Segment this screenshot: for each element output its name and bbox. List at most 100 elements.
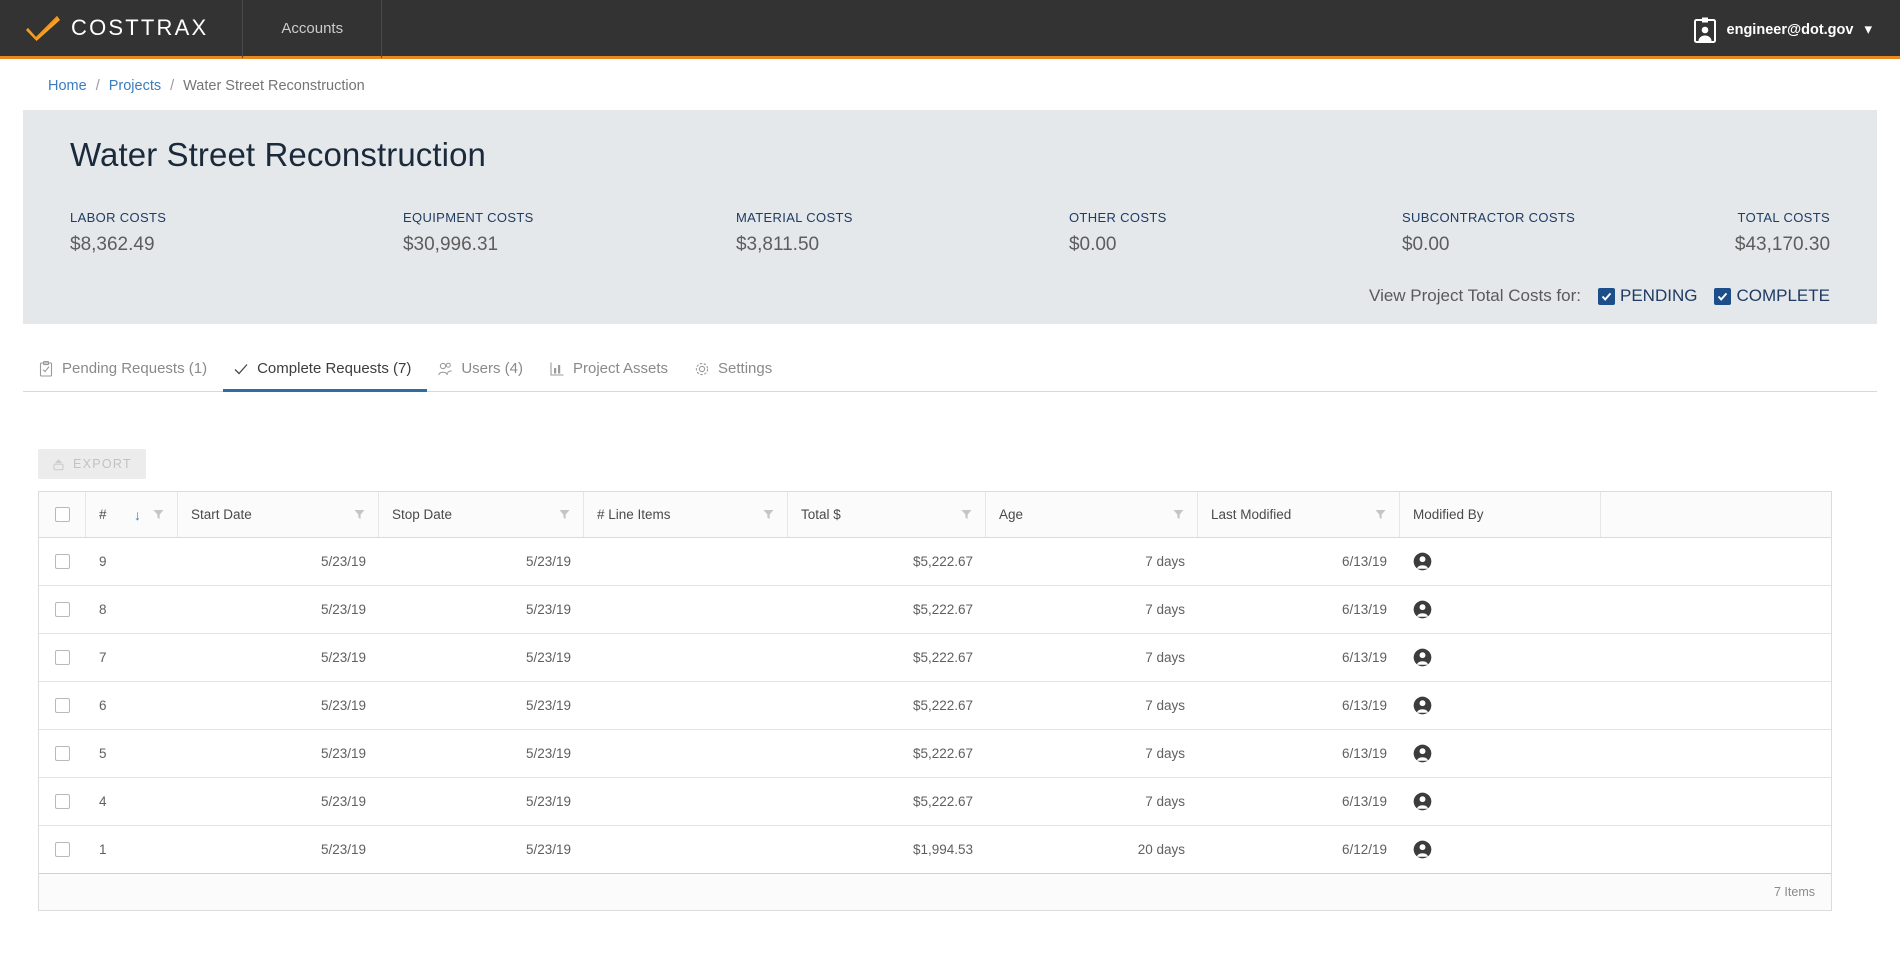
cell-number: 9 (99, 554, 107, 569)
brand-logo[interactable]: COSTTRAX (0, 0, 242, 56)
cell-number: 4 (99, 794, 107, 809)
cell-line-items (584, 778, 788, 825)
cell-age: 7 days (1145, 650, 1185, 665)
breadcrumb-projects[interactable]: Projects (109, 78, 161, 94)
column-header-total[interactable]: Total $ (788, 492, 986, 537)
cost-value: $3,811.50 (735, 234, 820, 255)
column-label: Start Date (191, 507, 252, 522)
table-row[interactable]: 4 5/23/19 5/23/19 $5,222.67 7 days 6/13/… (39, 778, 1831, 826)
pending-checkbox[interactable] (1598, 287, 1615, 305)
complete-checkbox[interactable] (1714, 287, 1732, 305)
cost-cell-subcontractor: SUBCONTRACTOR COSTS $0.00 (1402, 210, 1735, 256)
column-header-modified-by[interactable]: Modified By (1400, 492, 1601, 537)
column-label: Modified By (1413, 507, 1484, 522)
requests-table-section: EXPORT # ↓ Start Date Stop Date # Line I… (38, 449, 1877, 911)
chevron-down-icon[interactable]: ▾ (1864, 22, 1872, 37)
filter-icon[interactable] (559, 509, 570, 520)
tab-users[interactable]: Users (4) (427, 352, 539, 392)
cell-number: 6 (99, 698, 107, 713)
row-checkbox[interactable] (55, 794, 70, 809)
tab-settings[interactable]: Settings (684, 352, 788, 392)
cell-total: $5,222.67 (912, 602, 973, 617)
cell-line-items (584, 682, 788, 729)
tab-label: Pending Requests (1) (62, 360, 208, 377)
row-checkbox[interactable] (55, 842, 70, 857)
table-row[interactable]: 8 5/23/19 5/23/19 $5,222.67 7 days 6/13/… (39, 586, 1831, 634)
brand-name: COSTTRAX (71, 15, 209, 40)
filter-icon[interactable] (354, 509, 365, 520)
cell-total: $1,994.53 (912, 842, 973, 857)
row-select-cell (39, 826, 86, 873)
view-costs-label: View Project Total Costs for: (1369, 286, 1581, 305)
arrow-down-icon[interactable]: ↓ (134, 507, 141, 523)
nav-link-accounts[interactable]: Accounts (243, 0, 381, 58)
cell-age: 7 days (1145, 698, 1185, 713)
row-checkbox[interactable] (55, 602, 70, 617)
column-header-number[interactable]: # ↓ (86, 492, 178, 537)
column-header-stop-date[interactable]: Stop Date (379, 492, 584, 537)
pending-checkbox-group[interactable]: PENDING (1590, 286, 1697, 306)
filter-icon[interactable] (1375, 509, 1386, 520)
column-header-line-items[interactable]: # Line Items (584, 492, 788, 537)
id-badge-icon (1693, 17, 1716, 43)
cell-age: 7 days (1145, 602, 1185, 617)
select-all-checkbox[interactable] (54, 507, 70, 522)
breadcrumb-separator: / (170, 78, 175, 94)
cell-spacer (1601, 538, 1831, 585)
filter-icon[interactable] (961, 509, 972, 520)
row-checkbox[interactable] (55, 650, 70, 665)
user-avatar-icon (1413, 744, 1432, 763)
cell-start-date: 5/23/19 (320, 842, 366, 857)
user-avatar-icon (1413, 600, 1432, 619)
cell-number: 5 (99, 746, 107, 761)
tab-pending-requests[interactable]: Pending Requests (1) (28, 352, 223, 392)
cost-label: EQUIPMENT COSTS (402, 210, 534, 225)
tab-label: Users (4) (461, 360, 523, 377)
cost-cell-total: TOTAL COSTS $43,170.30 (1735, 210, 1830, 256)
table-row[interactable]: 6 5/23/19 5/23/19 $5,222.67 7 days 6/13/… (39, 682, 1831, 730)
column-header-start-date[interactable]: Start Date (178, 492, 379, 537)
view-costs-filter: View Project Total Costs for: PENDING CO… (47, 286, 1830, 306)
export-button[interactable]: EXPORT (38, 449, 146, 479)
cell-modified-by (1400, 634, 1601, 681)
breadcrumb-home[interactable]: Home (48, 78, 87, 94)
cell-line-items (584, 538, 788, 585)
table-row[interactable]: 9 5/23/19 5/23/19 $5,222.67 7 days 6/13/… (39, 538, 1831, 586)
cell-line-items (584, 586, 788, 633)
cell-start-date: 5/23/19 (320, 794, 366, 809)
cost-cell-equipment: EQUIPMENT COSTS $30,996.31 (403, 210, 736, 256)
cell-stop-date: 5/23/19 (525, 794, 571, 809)
table-row[interactable]: 7 5/23/19 5/23/19 $5,222.67 7 days 6/13/… (39, 634, 1831, 682)
tab-complete-requests[interactable]: Complete Requests (7) (223, 352, 428, 392)
column-header-last-modified[interactable]: Last Modified (1198, 492, 1400, 537)
row-checkbox[interactable] (55, 554, 70, 569)
row-select-cell (39, 682, 86, 729)
filter-icon[interactable] (1173, 509, 1184, 520)
row-select-cell (39, 634, 86, 681)
cell-last-modified: 6/13/19 (1341, 746, 1387, 761)
row-checkbox[interactable] (55, 746, 70, 761)
cost-label: LABOR COSTS (70, 210, 167, 225)
item-count-label: 7 Items (1774, 885, 1815, 899)
complete-checkbox-group[interactable]: COMPLETE (1706, 286, 1830, 306)
check-icon (234, 363, 248, 374)
filter-icon[interactable] (153, 509, 164, 520)
row-checkbox[interactable] (55, 698, 70, 713)
table-row[interactable]: 1 5/23/19 5/23/19 $1,994.53 20 days 6/12… (39, 826, 1831, 874)
table-row[interactable]: 5 5/23/19 5/23/19 $5,222.67 7 days 6/13/… (39, 730, 1831, 778)
users-icon (438, 362, 452, 375)
column-header-age[interactable]: Age (986, 492, 1198, 537)
user-menu[interactable]: engineer@dot.gov ▾ (1693, 0, 1872, 59)
cost-label: SUBCONTRACTOR COSTS (1401, 210, 1576, 225)
select-all-header (39, 492, 86, 537)
cost-value: $0.00 (1068, 234, 1117, 255)
cell-last-modified: 6/13/19 (1341, 554, 1387, 569)
filter-icon[interactable] (763, 509, 774, 520)
cell-modified-by (1400, 826, 1601, 873)
tab-project-assets[interactable]: Project Assets (539, 352, 684, 392)
user-avatar-icon (1413, 840, 1432, 859)
table-header-row: # ↓ Start Date Stop Date # Line Items To… (39, 492, 1831, 538)
clipboard-check-icon (39, 360, 53, 377)
row-select-cell (39, 778, 86, 825)
cell-total: $5,222.67 (912, 554, 973, 569)
